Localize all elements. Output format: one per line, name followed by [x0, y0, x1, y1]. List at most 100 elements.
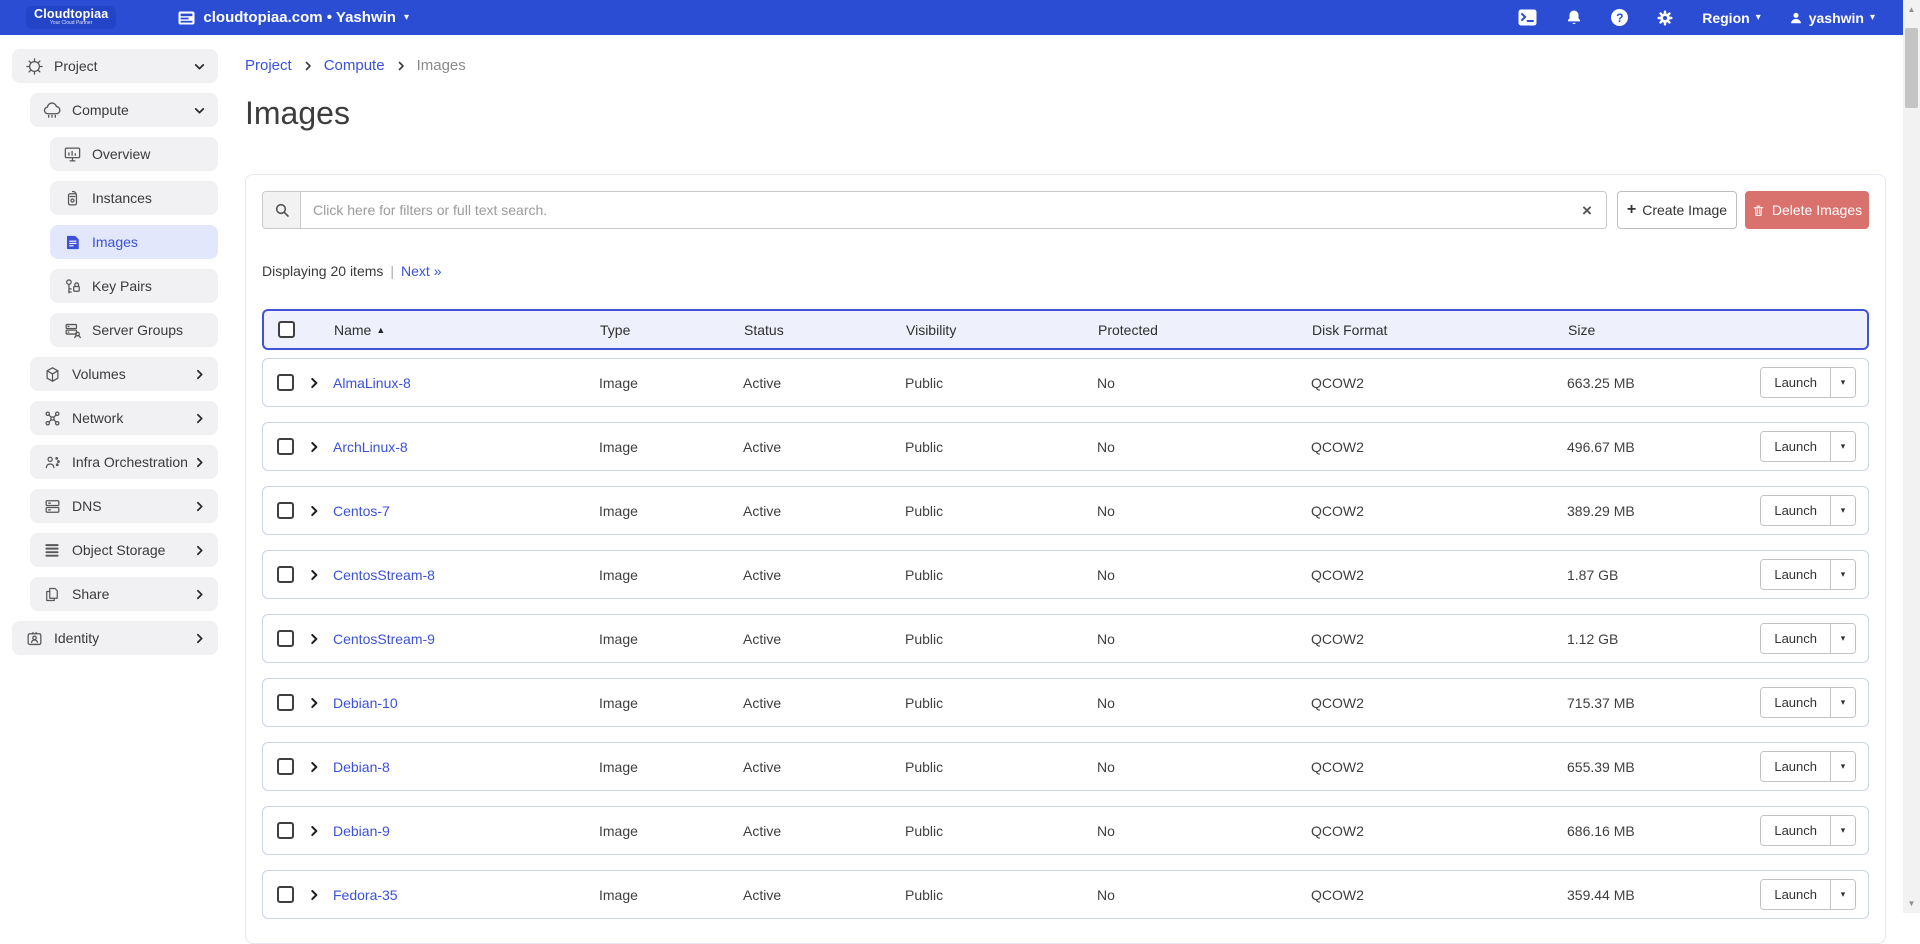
- row-checkbox[interactable]: [277, 438, 294, 455]
- image-name-link[interactable]: Centos-7: [333, 503, 599, 519]
- select-all-checkbox[interactable]: [278, 321, 295, 338]
- launch-button[interactable]: Launch: [1761, 752, 1830, 781]
- notifications-bell-icon[interactable]: [1565, 9, 1583, 27]
- sidebar-item-label: DNS: [72, 498, 193, 514]
- cell-protected: No: [1097, 503, 1311, 519]
- launch-dropdown-toggle[interactable]: ▾: [1830, 432, 1855, 461]
- breadcrumb-project[interactable]: Project: [245, 57, 292, 74]
- image-name-link[interactable]: AlmaLinux-8: [333, 375, 599, 391]
- context-label: cloudtopiaa.com • Yashwin: [203, 9, 396, 26]
- row-checkbox[interactable]: [277, 566, 294, 583]
- launch-dropdown-toggle[interactable]: ▾: [1830, 880, 1855, 909]
- row-checkbox[interactable]: [277, 502, 294, 519]
- sidebar-item-server-groups[interactable]: Server Groups: [50, 313, 218, 347]
- clear-search-button[interactable]: ×: [1568, 192, 1606, 228]
- image-name-link[interactable]: Debian-10: [333, 695, 599, 711]
- scrollbar-thumb[interactable]: [1905, 28, 1918, 108]
- column-header-type[interactable]: Type: [600, 322, 744, 338]
- sidebar-item-network[interactable]: Network: [30, 401, 218, 435]
- launch-dropdown-toggle[interactable]: ▾: [1830, 688, 1855, 717]
- image-name-link[interactable]: Debian-9: [333, 823, 599, 839]
- vertical-scrollbar[interactable]: ▲ ▼: [1903, 0, 1920, 913]
- column-header-status[interactable]: Status: [744, 322, 906, 338]
- launch-button[interactable]: Launch: [1761, 560, 1830, 589]
- cell-visibility: Public: [905, 631, 1097, 647]
- row-checkbox[interactable]: [277, 374, 294, 391]
- launch-button[interactable]: Launch: [1761, 624, 1830, 653]
- next-page-link[interactable]: Next »: [401, 263, 441, 279]
- row-checkbox[interactable]: [277, 694, 294, 711]
- brand-logo[interactable]: Cloudtopiaa Your Cloud Partner: [26, 6, 116, 28]
- sidebar-item-key-pairs[interactable]: Key Pairs: [50, 269, 218, 303]
- launch-dropdown-toggle[interactable]: ▾: [1830, 624, 1855, 653]
- column-header-name[interactable]: Name▲: [334, 322, 600, 338]
- image-name-link[interactable]: CentosStream-9: [333, 631, 599, 647]
- column-header-visibility[interactable]: Visibility: [906, 322, 1098, 338]
- settings-gear-icon[interactable]: [1656, 9, 1674, 27]
- row-checkbox[interactable]: [277, 822, 294, 839]
- row-checkbox[interactable]: [277, 886, 294, 903]
- page-title: Images: [245, 94, 1886, 132]
- launch-button[interactable]: Launch: [1761, 816, 1830, 845]
- search-icon[interactable]: [263, 192, 301, 228]
- expand-chevron-icon[interactable]: [307, 696, 333, 710]
- project-context-switcher[interactable]: cloudtopiaa.com • Yashwin ▾: [178, 9, 409, 26]
- sidebar-item-object-storage[interactable]: Object Storage: [30, 533, 218, 567]
- user-menu[interactable]: yashwin ▾: [1789, 10, 1875, 26]
- expand-chevron-icon[interactable]: [307, 824, 333, 838]
- cell-status: Active: [743, 759, 905, 775]
- caret-down-icon: ▾: [1756, 13, 1761, 23]
- launch-dropdown-toggle[interactable]: ▾: [1830, 368, 1855, 397]
- expand-chevron-icon[interactable]: [307, 376, 333, 390]
- expand-chevron-icon[interactable]: [307, 568, 333, 582]
- launch-button[interactable]: Launch: [1761, 496, 1830, 525]
- row-checkbox[interactable]: [277, 630, 294, 647]
- sidebar-item-identity[interactable]: Identity: [12, 621, 218, 655]
- console-icon[interactable]: [1518, 9, 1537, 26]
- expand-chevron-icon[interactable]: [307, 760, 333, 774]
- launch-button[interactable]: Launch: [1761, 368, 1830, 397]
- launch-button[interactable]: Launch: [1761, 432, 1830, 461]
- sidebar-item-compute[interactable]: Compute: [30, 93, 218, 127]
- launch-dropdown-toggle[interactable]: ▾: [1830, 752, 1855, 781]
- breadcrumb-compute[interactable]: Compute: [324, 57, 385, 74]
- expand-chevron-icon[interactable]: [307, 504, 333, 518]
- image-name-link[interactable]: Fedora-35: [333, 887, 599, 903]
- delete-images-button[interactable]: Delete Images: [1745, 191, 1869, 229]
- launch-button[interactable]: Launch: [1761, 880, 1830, 909]
- launch-button[interactable]: Launch: [1761, 688, 1830, 717]
- launch-dropdown-toggle[interactable]: ▾: [1830, 560, 1855, 589]
- scroll-down-arrow[interactable]: ▼: [1903, 895, 1920, 912]
- sidebar-item-instances[interactable]: Instances: [50, 181, 218, 215]
- sidebar-item-volumes[interactable]: Volumes: [30, 357, 218, 391]
- sidebar-item-infra-orchestration[interactable]: Infra Orchestration: [30, 445, 218, 479]
- cell-disk-format: QCOW2: [1311, 439, 1567, 455]
- column-header-size[interactable]: Size: [1568, 322, 1751, 338]
- row-checkbox[interactable]: [277, 758, 294, 775]
- expand-chevron-icon[interactable]: [307, 632, 333, 646]
- help-icon[interactable]: ?: [1611, 9, 1628, 26]
- cell-type: Image: [599, 439, 743, 455]
- image-name-link[interactable]: Debian-8: [333, 759, 599, 775]
- window-icon: [178, 11, 195, 25]
- sidebar-item-share[interactable]: Share: [30, 577, 218, 611]
- sidebar-item-project[interactable]: Project: [12, 49, 218, 83]
- search-input[interactable]: [301, 192, 1568, 228]
- column-header-disk-format[interactable]: Disk Format: [1312, 322, 1568, 338]
- launch-button-group: Launch ▾: [1760, 367, 1856, 398]
- launch-dropdown-toggle[interactable]: ▾: [1830, 496, 1855, 525]
- image-name-link[interactable]: CentosStream-8: [333, 567, 599, 583]
- expand-chevron-icon[interactable]: [307, 440, 333, 454]
- launch-dropdown-toggle[interactable]: ▾: [1830, 816, 1855, 845]
- sidebar-item-dns[interactable]: DNS: [30, 489, 218, 523]
- image-name-link[interactable]: ArchLinux-8: [333, 439, 599, 455]
- create-image-button[interactable]: + Create Image: [1617, 191, 1737, 229]
- table-row: Debian-8 Image Active Public No QCOW2 65…: [262, 742, 1869, 791]
- sidebar-item-images[interactable]: Images: [50, 225, 218, 259]
- expand-chevron-icon[interactable]: [307, 888, 333, 902]
- region-dropdown[interactable]: Region ▾: [1702, 10, 1760, 26]
- scroll-up-arrow[interactable]: ▲: [1903, 1, 1920, 18]
- app-window: Cloudtopiaa Your Cloud Partner cloudtopi…: [0, 0, 1920, 913]
- sidebar-item-overview[interactable]: Overview: [50, 137, 218, 171]
- column-header-protected[interactable]: Protected: [1098, 322, 1312, 338]
